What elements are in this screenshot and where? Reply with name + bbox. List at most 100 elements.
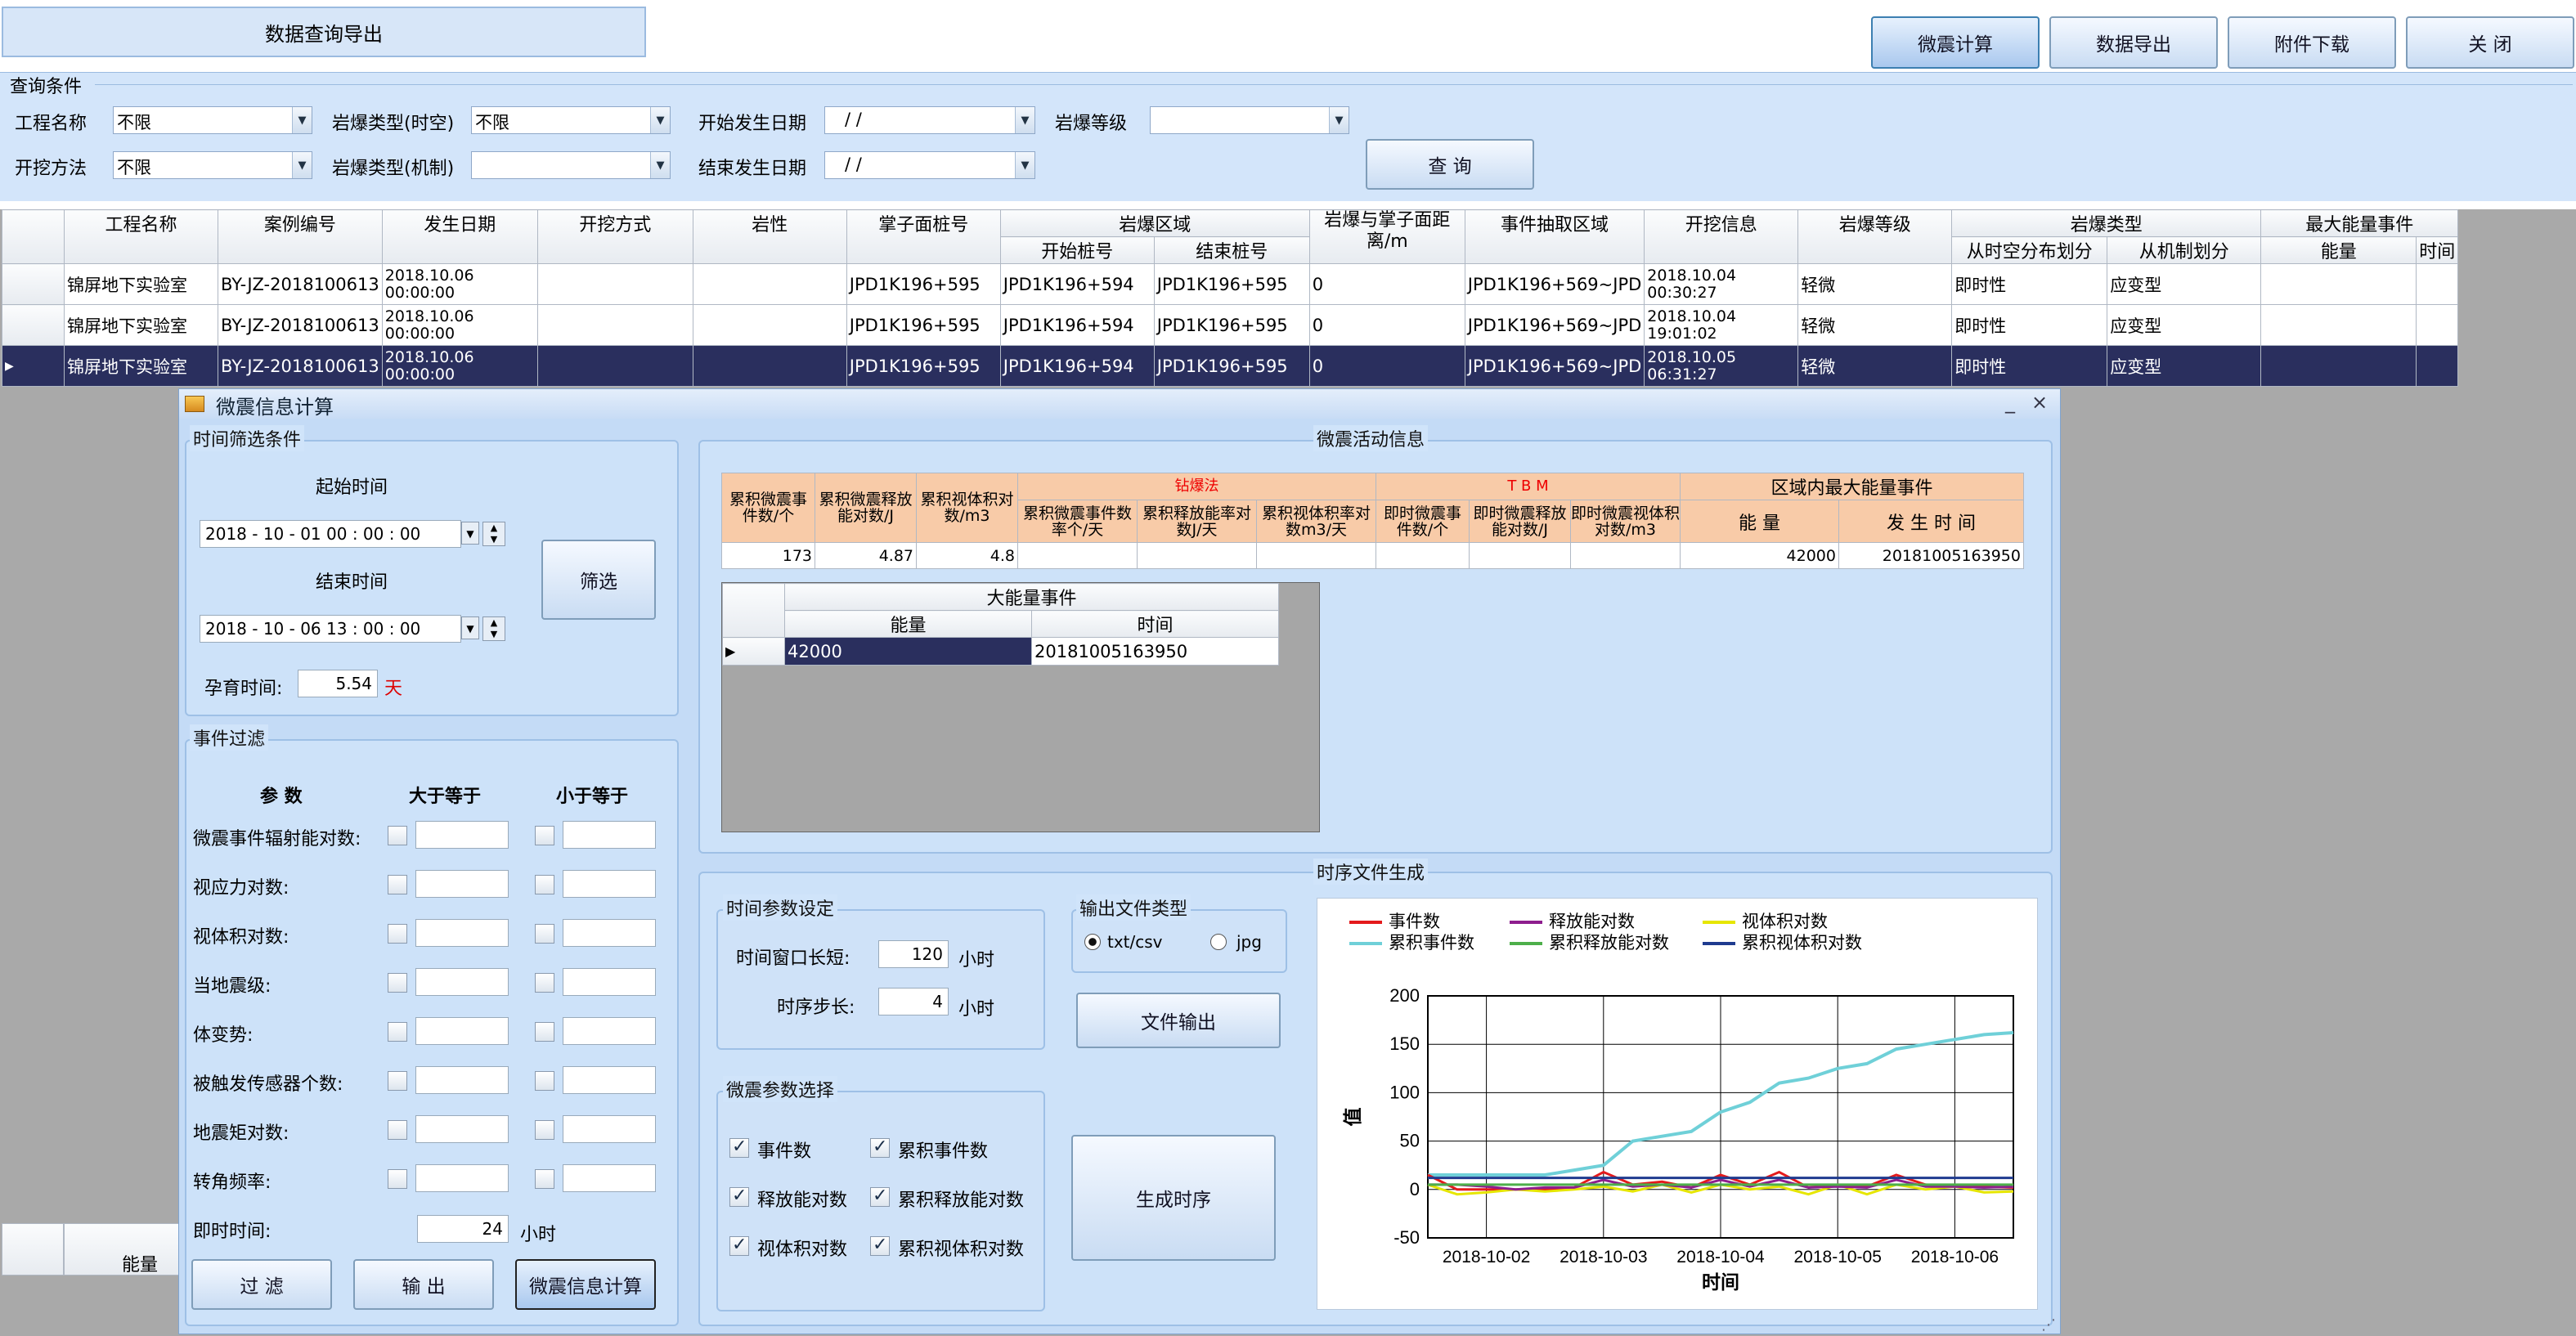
resize-grip-icon[interactable]: ⋰ [2041, 1316, 2056, 1334]
activity-value-cell[interactable]: 4.8 [916, 542, 1018, 569]
cell-type-mech[interactable]: 应变型 [2107, 345, 2262, 387]
row-selector-icon[interactable]: ▶ [722, 637, 785, 666]
col-header-info[interactable]: 开挖信息 [1644, 209, 1799, 264]
generate-sequence-button[interactable]: 生成时序 [1071, 1135, 1276, 1261]
chevron-down-icon[interactable]: ▼ [461, 616, 479, 639]
cell-grade[interactable]: 轻微 [1797, 263, 1953, 305]
cell-zone-start[interactable]: JPD1K196+594 [999, 345, 1155, 387]
col-header-type[interactable]: 岩爆类型 [1951, 209, 2262, 237]
col-header-date[interactable]: 发生日期 [381, 209, 538, 264]
le-input[interactable] [563, 1164, 656, 1192]
row-selector-icon[interactable]: ▶ [2, 345, 65, 387]
cell-face[interactable]: JPD1K196+595 [846, 263, 1001, 305]
col-header-face[interactable]: 掌子面桩号 [846, 209, 1001, 264]
col-header-distance[interactable]: 岩爆与掌子面距离/m [1308, 209, 1465, 264]
cell-method[interactable] [536, 345, 693, 387]
activity-value-cell[interactable]: 20181005163950 [1838, 542, 2024, 569]
table-row[interactable]: ▶ 锦屏地下实验室 BY-JZ-2018100613 2018.10.06 00:00:… [2, 345, 2459, 387]
cell-face[interactable]: JPD1K196+595 [846, 345, 1001, 387]
col-header-rock[interactable]: 岩性 [692, 209, 847, 264]
ge-input[interactable] [415, 968, 509, 996]
cell-zone-end[interactable]: JPD1K196+595 [1153, 304, 1310, 346]
step-value[interactable]: 4 [878, 988, 949, 1015]
le-input[interactable] [563, 870, 656, 898]
cell-distance[interactable]: 0 [1308, 345, 1465, 387]
project-combo[interactable]: 不限 ▼ [113, 106, 312, 134]
cell-energy[interactable] [2260, 263, 2417, 305]
cell-extract[interactable]: JPD1K196+569~JPD [1464, 304, 1645, 346]
radio-jpg-label[interactable]: jpg [1236, 932, 1262, 952]
ge-input[interactable] [415, 870, 509, 898]
ge-checkbox[interactable] [388, 875, 407, 894]
cell-zone-end[interactable]: JPD1K196+595 [1153, 263, 1310, 305]
big-energy-cell[interactable]: 42000 [784, 637, 1032, 666]
big-time-cell[interactable]: 20181005163950 [1031, 637, 1279, 666]
cell-method[interactable] [536, 263, 693, 305]
cell-type-mech[interactable]: 应变型 [2107, 263, 2262, 305]
cell-grade[interactable]: 轻微 [1797, 345, 1953, 387]
le-input[interactable] [563, 1066, 656, 1094]
col-header-time[interactable]: 时间 [2416, 236, 2459, 264]
table-row[interactable]: 锦屏地下实验室 BY-JZ-2018100613 2018.10.06 00:00:0… [2, 263, 2459, 305]
window-value[interactable]: 120 [878, 940, 949, 968]
chevron-down-icon[interactable]: ▼ [650, 152, 670, 178]
cell-project[interactable]: 锦屏地下实验室 [64, 345, 218, 387]
ge-input[interactable] [415, 1066, 509, 1094]
col-header-type-mech[interactable]: 从机制划分 [2107, 236, 2262, 264]
cell-type-space[interactable]: 即时性 [1951, 345, 2108, 387]
ge-checkbox[interactable] [388, 1120, 407, 1140]
cell-grade[interactable]: 轻微 [1797, 304, 1953, 346]
micro-info-calc-button[interactable]: 微震信息计算 [515, 1259, 656, 1310]
end-time-picker[interactable]: 2018 - 10 - 06 13 : 00 : 00 [200, 615, 461, 643]
cell-rock[interactable] [692, 263, 847, 305]
instant-time-value[interactable]: 24 [417, 1215, 509, 1243]
chevron-down-icon[interactable]: ▼ [461, 522, 479, 545]
le-checkbox[interactable] [535, 1169, 554, 1189]
cell-rock[interactable] [692, 345, 847, 387]
search-button[interactable]: 查 询 [1366, 139, 1534, 190]
ge-checkbox[interactable] [388, 973, 407, 993]
activity-value-cell[interactable] [1017, 542, 1138, 569]
col-header-extract[interactable]: 事件抽取区域 [1464, 209, 1645, 264]
cell-type-space[interactable]: 即时性 [1951, 263, 2108, 305]
ge-input[interactable] [415, 1164, 509, 1192]
end-date-picker[interactable]: / / ▼ [824, 151, 1035, 179]
grade-combo[interactable]: ▼ [1150, 106, 1349, 134]
minimize-icon[interactable]: _ [2005, 391, 2015, 414]
cell-project[interactable]: 锦屏地下实验室 [64, 304, 218, 346]
param-checkbox[interactable] [729, 1186, 749, 1207]
filter-button[interactable]: 过 滤 [191, 1259, 332, 1310]
radio-txt-checked[interactable] [1084, 934, 1101, 950]
cell-case[interactable]: BY-JZ-2018100613 [218, 263, 383, 305]
chevron-down-icon[interactable]: ▼ [292, 152, 312, 178]
activity-value-cell[interactable]: 173 [721, 542, 815, 569]
cell-energy[interactable] [2260, 304, 2417, 346]
cell-date[interactable]: 2018.10.06 00:00:00 [381, 263, 538, 305]
le-input[interactable] [563, 821, 656, 849]
cell-rock[interactable] [692, 304, 847, 346]
col-header-max-energy[interactable]: 最大能量事件 [2260, 209, 2459, 237]
start-time-picker[interactable]: 2018 - 10 - 01 00 : 00 : 00 [200, 520, 461, 548]
col-header-project[interactable]: 工程名称 [64, 209, 218, 264]
ge-input[interactable] [415, 919, 509, 947]
cell-date[interactable]: 2018.10.06 00:00:00 [381, 304, 538, 346]
activity-value-cell[interactable] [1570, 542, 1681, 569]
ge-input[interactable] [415, 821, 509, 849]
file-output-button[interactable]: 文件输出 [1076, 993, 1281, 1048]
col-header-energy[interactable]: 能量 [2260, 236, 2417, 264]
param-checkbox[interactable] [870, 1136, 890, 1158]
radio-jpg[interactable] [1210, 934, 1227, 950]
activity-value-cell[interactable] [1256, 542, 1376, 569]
cell-time[interactable] [2416, 263, 2459, 305]
row-selector[interactable] [2, 304, 65, 346]
ge-checkbox[interactable] [388, 1071, 407, 1091]
le-checkbox[interactable] [535, 1120, 554, 1140]
cell-type-space[interactable]: 即时性 [1951, 304, 2108, 346]
param-checkbox-label[interactable]: 累积事件数 [898, 1136, 988, 1163]
cell-face[interactable]: JPD1K196+595 [846, 304, 1001, 346]
le-checkbox[interactable] [535, 1022, 554, 1042]
param-checkbox-label[interactable]: 事件数 [757, 1136, 811, 1163]
big-col-time[interactable]: 时间 [1031, 610, 1279, 638]
big-col-energy[interactable]: 能量 [784, 610, 1032, 638]
cell-case[interactable]: BY-JZ-2018100613 [218, 345, 383, 387]
